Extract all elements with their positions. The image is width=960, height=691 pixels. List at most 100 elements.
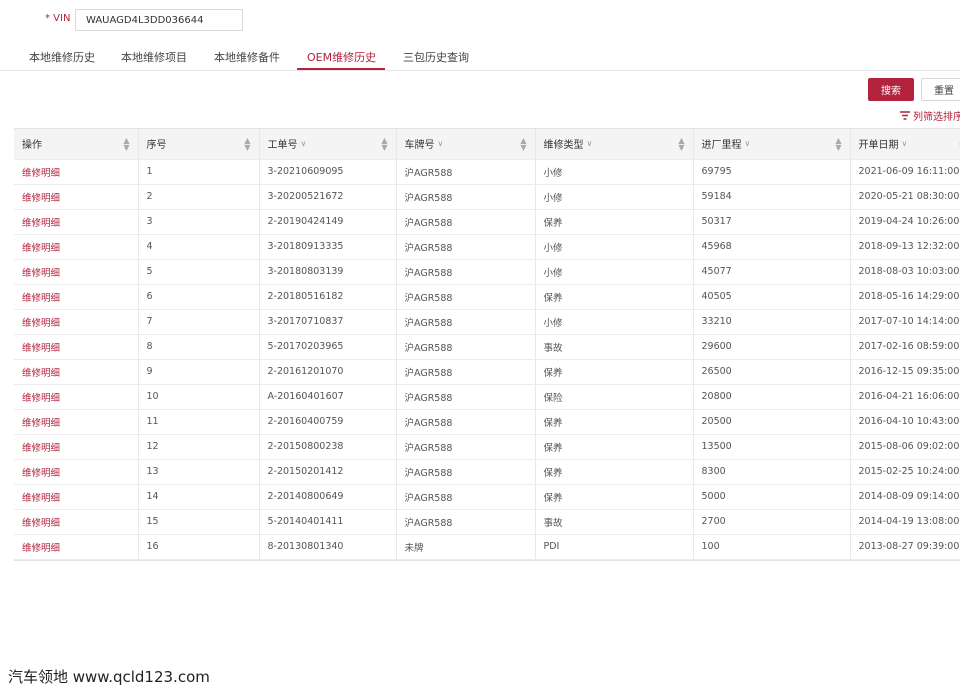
column-header-plate-number[interactable]: 车牌号 ∨ ▲ ▼	[396, 129, 536, 160]
search-button[interactable]: 搜索	[868, 78, 914, 101]
cell-mileage: 2700	[693, 509, 851, 535]
cell-mileage: 20500	[693, 409, 851, 435]
cell-mileage: 26500	[693, 359, 851, 385]
cell-mileage: 59184	[693, 184, 851, 210]
cell-mileage: 8300	[693, 459, 851, 485]
cell-index: 4	[138, 234, 260, 260]
cell-mileage: 29600	[693, 334, 851, 360]
table-row: 维修明细 15 5-20140401411 沪AGR588 事故 2700 2014-04-…	[14, 509, 960, 535]
cell-plate-number: 沪AGR588	[396, 384, 536, 410]
cell-open-date: 2015-08-06 09:02:00	[850, 434, 960, 460]
cell-index: 7	[138, 309, 260, 335]
cell-repair-detail-link[interactable]: 维修明细	[14, 159, 139, 185]
column-filter-sort-link[interactable]: 列筛选排序	[900, 108, 960, 123]
repair-history-table: 操作 ▲ ▼ 序号 ▲ ▼ 工单号 ∨ ▲ ▼ 车牌号 ∨ ▲ ▼ 维修类型 ∨ ▲ ▼ 进厂里程 ∨ ▲ ▼ …	[14, 128, 960, 561]
cell-repair-detail-link[interactable]: 维修明细	[14, 409, 139, 435]
chevron-down-icon: ∨	[744, 139, 751, 149]
cell-repair-detail-link[interactable]: 维修明细	[14, 484, 139, 510]
table-row: 维修明细 6 2-20180516182 沪AGR588 保养 40505 2018-05-…	[14, 284, 960, 310]
vin-input[interactable]	[75, 9, 243, 31]
column-header-order-number[interactable]: 工单号 ∨ ▲ ▼	[259, 129, 397, 160]
cell-repair-detail-link[interactable]: 维修明细	[14, 234, 139, 260]
cell-index: 2	[138, 184, 260, 210]
cell-order-number: A-20160401607	[259, 384, 397, 410]
cell-open-date: 2021-06-09 16:11:00	[850, 159, 960, 185]
cell-order-number: 3-20170710837	[259, 309, 397, 335]
cell-open-date: 2018-08-03 10:03:00	[850, 259, 960, 285]
table-row: 维修明细 1 3-20210609095 沪AGR588 小修 69795 2021-06-…	[14, 159, 960, 185]
cell-plate-number: 沪AGR588	[396, 509, 536, 535]
cell-repair-detail-link[interactable]: 维修明细	[14, 209, 139, 235]
cell-plate-number: 沪AGR588	[396, 459, 536, 485]
cell-repair-type: 保养	[535, 284, 694, 310]
cell-repair-detail-link[interactable]: 维修明细	[14, 434, 139, 460]
cell-plate-number: 沪AGR588	[396, 209, 536, 235]
cell-repair-detail-link[interactable]: 维修明细	[14, 259, 139, 285]
cell-mileage: 5000	[693, 484, 851, 510]
cell-repair-type: 保养	[535, 409, 694, 435]
column-header-mileage[interactable]: 进厂里程 ∨ ▲ ▼	[693, 129, 851, 160]
cell-repair-type: 事故	[535, 334, 694, 360]
reset-button[interactable]: 重置	[921, 78, 960, 101]
cell-repair-type: PDI	[535, 534, 694, 560]
cell-repair-detail-link[interactable]: 维修明细	[14, 384, 139, 410]
column-header-open-date[interactable]: 开单日期∨▲▼	[850, 129, 960, 160]
cell-open-date: 2016-04-10 10:43:00	[850, 409, 960, 435]
cell-repair-detail-link[interactable]: 维修明细	[14, 459, 139, 485]
tab-local-repair-history[interactable]: 本地维修历史	[29, 49, 95, 65]
sort-icon: ▲▼	[244, 135, 251, 152]
sort-icon: ▲▼	[381, 135, 388, 152]
cell-repair-detail-link[interactable]: 维修明细	[14, 334, 139, 360]
tab-local-repair-parts[interactable]: 本地维修备件	[214, 49, 280, 65]
chevron-down-icon: ∨	[437, 139, 444, 149]
cell-plate-number: 沪AGR588	[396, 484, 536, 510]
column-header-index[interactable]: 序号 ▲ ▼	[138, 129, 260, 160]
cell-repair-detail-link[interactable]: 维修明细	[14, 309, 139, 335]
cell-index: 5	[138, 259, 260, 285]
cell-plate-number: 沪AGR588	[396, 359, 536, 385]
table-row: 维修明细 14 2-20140800649 沪AGR588 保养 5000 2014-08-…	[14, 484, 960, 510]
cell-open-date: 2013-08-27 09:39:00	[850, 534, 960, 560]
cell-repair-type: 保险	[535, 384, 694, 410]
cell-mileage: 50317	[693, 209, 851, 235]
cell-index: 6	[138, 284, 260, 310]
table-body: 维修明细 1 3-20210609095 沪AGR588 小修 69795 2021-06-…	[14, 159, 960, 560]
cell-index: 11	[138, 409, 260, 435]
cell-index: 13	[138, 459, 260, 485]
cell-repair-detail-link[interactable]: 维修明细	[14, 359, 139, 385]
cell-repair-detail-link[interactable]: 维修明细	[14, 534, 139, 560]
tab-local-repair-items[interactable]: 本地维修项目	[121, 49, 187, 65]
cell-plate-number: 沪AGR588	[396, 159, 536, 185]
sort-icon: ▲▼	[520, 135, 527, 152]
table-row: 维修明细 4 3-20180913335 沪AGR588 小修 45968 2018-09-…	[14, 234, 960, 260]
cell-plate-number: 沪AGR588	[396, 234, 536, 260]
cell-repair-type: 小修	[535, 184, 694, 210]
cell-mileage: 40505	[693, 284, 851, 310]
filter-icon	[900, 111, 910, 123]
cell-order-number: 2-20180516182	[259, 284, 397, 310]
table-row: 维修明细 3 2-20190424149 沪AGR588 保养 50317 2019-04-…	[14, 209, 960, 235]
cell-plate-number: 沪AGR588	[396, 259, 536, 285]
cell-repair-detail-link[interactable]: 维修明细	[14, 184, 139, 210]
chevron-down-icon: ∨	[586, 139, 593, 149]
cell-order-number: 2-20190424149	[259, 209, 397, 235]
cell-index: 14	[138, 484, 260, 510]
cell-open-date: 2015-02-25 10:24:00	[850, 459, 960, 485]
table-row: 维修明细 12 2-20150800238 沪AGR588 保养 13500 2015-08…	[14, 434, 960, 460]
cell-repair-type: 事故	[535, 509, 694, 535]
cell-mileage: 45968	[693, 234, 851, 260]
cell-order-number: 5-20140401411	[259, 509, 397, 535]
column-header-repair-type[interactable]: 维修类型 ∨ ▲ ▼	[535, 129, 694, 160]
cell-open-date: 2017-02-16 08:59:00	[850, 334, 960, 360]
tab-oem-repair-history[interactable]: OEM维修历史	[307, 49, 376, 65]
cell-open-date: 2019-04-24 10:26:00	[850, 209, 960, 235]
table-header-row: 操作 ▲ ▼ 序号 ▲ ▼ 工单号 ∨ ▲ ▼ 车牌号 ∨ ▲ ▼ 维修类型 ∨ ▲ ▼ 进厂里程 ∨ ▲ ▼ …	[14, 129, 960, 160]
column-header-operation[interactable]: 操作 ▲ ▼	[14, 129, 139, 160]
tab-bar: 本地维修历史 本地维修项目 本地维修备件 OEM维修历史 三包历史查询	[0, 42, 960, 71]
cell-repair-detail-link[interactable]: 维修明细	[14, 284, 139, 310]
table-row: 维修明细 5 3-20180803139 沪AGR588 小修 45077 2018-08-…	[14, 259, 960, 285]
cell-order-number: 2-20150800238	[259, 434, 397, 460]
cell-repair-detail-link[interactable]: 维修明细	[14, 509, 139, 535]
tab-warranty-history-query[interactable]: 三包历史查询	[403, 49, 469, 65]
sort-icon: ▲▼	[123, 135, 130, 152]
